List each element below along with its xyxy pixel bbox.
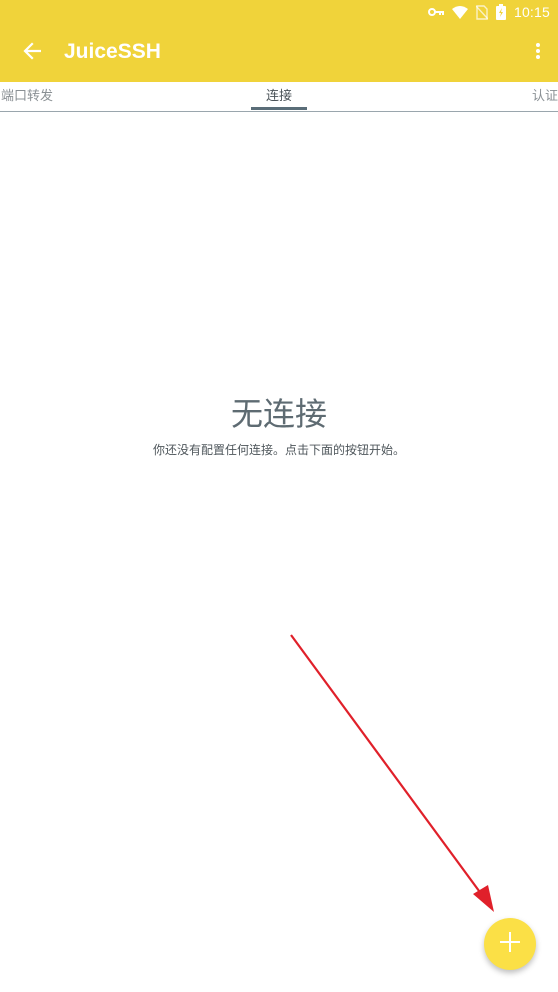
arrow-back-icon bbox=[23, 42, 42, 64]
status-bar: 10:15 bbox=[0, 0, 558, 24]
wifi-icon bbox=[451, 5, 468, 19]
more-vert-icon bbox=[536, 43, 540, 63]
tab-connections[interactable]: 连接 bbox=[250, 88, 308, 106]
vpn-key-icon bbox=[427, 7, 444, 17]
tab-indicator bbox=[251, 107, 307, 110]
tab-bar: 端口转发 连接 认证 bbox=[0, 82, 558, 112]
toolbar: JuiceSSH bbox=[0, 24, 558, 82]
tab-identities[interactable]: 认证 bbox=[532, 88, 558, 106]
overflow-menu-button[interactable] bbox=[530, 37, 546, 69]
plus-icon bbox=[499, 931, 521, 957]
battery-icon bbox=[495, 4, 506, 20]
app-title: JuiceSSH bbox=[64, 40, 161, 63]
app-header: 10:15 JuiceSSH bbox=[0, 0, 558, 82]
tab-port-forwarding[interactable]: 端口转发 bbox=[1, 88, 53, 106]
back-button[interactable] bbox=[16, 37, 48, 69]
annotation-arrow bbox=[290, 634, 494, 912]
app-root: 10:15 JuiceSSH 端口转发 连接 认证 无连接 你还没有配置任何连接… bbox=[0, 0, 558, 992]
add-connection-button[interactable] bbox=[484, 918, 536, 970]
status-icons: 10:15 bbox=[427, 3, 550, 21]
empty-state-subtitle: 你还没有配置任何连接。点击下面的按钮开始。 bbox=[152, 443, 405, 457]
no-sim-icon bbox=[475, 4, 488, 20]
empty-state-title: 无连接 bbox=[230, 395, 327, 433]
status-time: 10:15 bbox=[513, 4, 550, 20]
